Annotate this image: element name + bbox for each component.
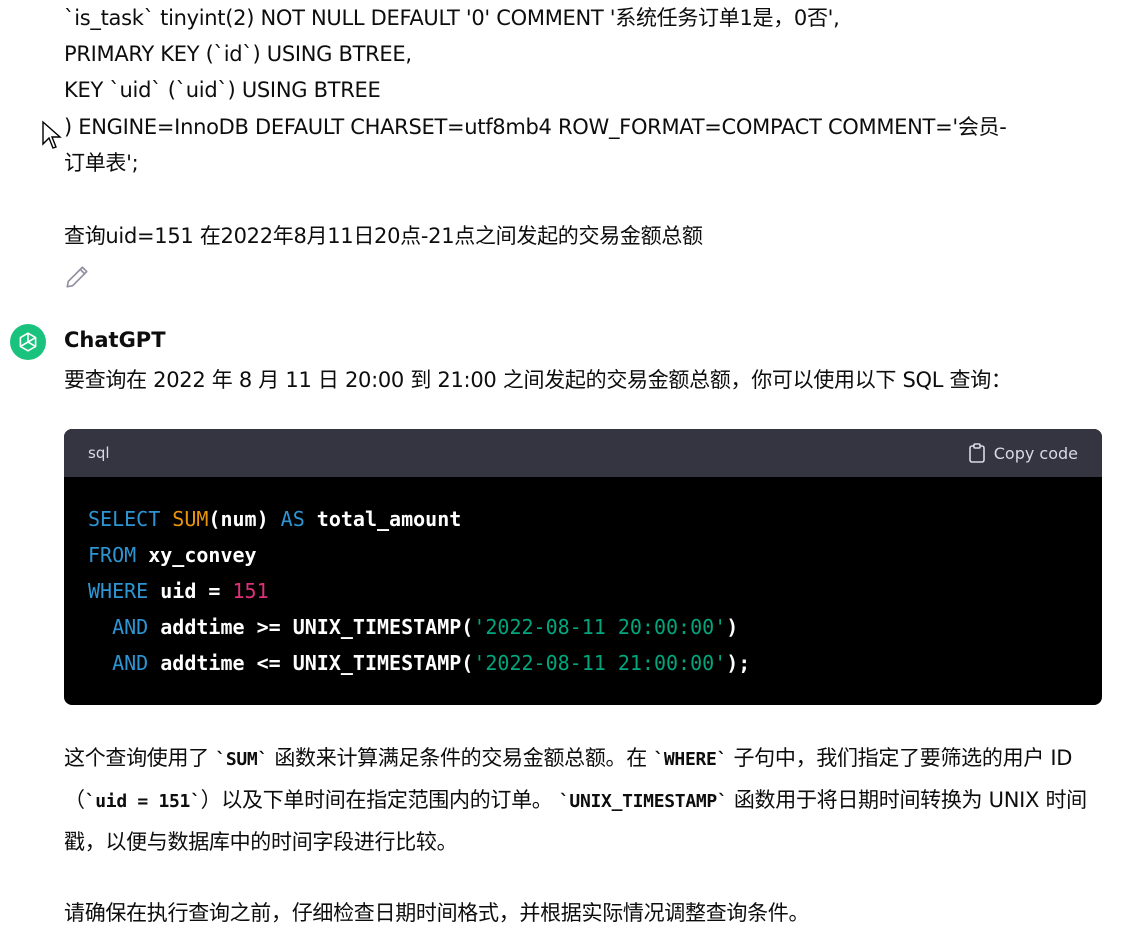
openai-logo-icon: [10, 324, 46, 360]
clipboard-icon: [968, 443, 985, 463]
code-token: uid =: [148, 579, 233, 603]
code-header: sql Copy code: [64, 429, 1102, 477]
code-line: SELECT SUM(num) AS total_amount: [88, 501, 1078, 537]
ddl-line: PRIMARY KEY (`id`) USING BTREE,: [64, 42, 412, 66]
assistant-intro: 要查询在 2022 年 8 月 11 日 20:00 到 21:00 之间发起的…: [64, 368, 1012, 392]
code-token: WHERE: [88, 579, 149, 603]
code-token: (num): [208, 507, 281, 531]
code-token: addtime <= UNIX_TIMESTAMP(: [148, 651, 474, 675]
assistant-note: 请确保在执行查询之前，仔细检查日期时间格式，并根据实际情况调整查询条件。: [64, 901, 810, 925]
explanation-text: 这个查询使用了: [64, 746, 216, 770]
code-token: AS: [280, 507, 305, 531]
code-token: addtime >= UNIX_TIMESTAMP(: [148, 615, 474, 639]
ddl-line: `is_task` tinyint(2) NOT NULL DEFAULT '0…: [64, 6, 840, 30]
code-token: '2022-08-11 21:00:00': [473, 651, 727, 675]
code-block: sql Copy code SELECT SUM(num) AS total_a…: [64, 429, 1102, 705]
code-line: AND addtime <= UNIX_TIMESTAMP('2022-08-1…: [88, 645, 1078, 681]
code-token: xy_convey: [136, 543, 257, 567]
code-token: SELECT: [88, 507, 173, 531]
inline-code: `uid = 151`: [84, 791, 201, 812]
user-question: 查询uid=151 在2022年8月11日20点-21点之间发起的交易金额总额: [64, 224, 703, 248]
copy-code-label: Copy code: [993, 443, 1078, 463]
assistant-explanation: 这个查询使用了 `SUM` 函数来计算满足条件的交易金额总额。在 `WHERE`…: [64, 738, 1114, 863]
code-token: );: [726, 651, 751, 675]
code-token: '2022-08-11 20:00:00': [473, 615, 727, 639]
assistant-author: ChatGPT: [64, 328, 166, 352]
code-token: AND: [88, 615, 149, 639]
mouse-cursor-icon: [41, 120, 65, 152]
code-token: AND: [88, 651, 149, 675]
code-line: AND addtime >= UNIX_TIMESTAMP('2022-08-1…: [88, 609, 1078, 645]
inline-code: `UNIX_TIMESTAMP`: [558, 791, 728, 812]
ddl-line: KEY `uid` (`uid`) USING BTREE: [64, 78, 381, 102]
code-token: ): [726, 615, 739, 639]
ddl-line: 订单表';: [64, 151, 139, 175]
inline-code: `SUM`: [215, 749, 268, 770]
ddl-line: ) ENGINE=InnoDB DEFAULT CHARSET=utf8mb4 …: [64, 115, 1007, 139]
code-line: WHERE uid = 151: [88, 573, 1078, 609]
inline-code: `WHERE`: [653, 749, 728, 770]
code-language-label: sql: [88, 444, 110, 462]
code-body[interactable]: SELECT SUM(num) AS total_amount FROM xy_c…: [64, 477, 1102, 681]
code-token: SUM: [172, 507, 209, 531]
code-line: FROM xy_convey: [88, 537, 1078, 573]
explanation-text: ）以及下单时间在指定范围内的订单。: [200, 788, 559, 812]
explanation-text: 函数来计算满足条件的交易金额总额。在: [267, 746, 654, 770]
code-token: total_amount: [304, 507, 462, 531]
copy-code-button[interactable]: Copy code: [968, 443, 1078, 463]
pencil-icon[interactable]: [64, 264, 90, 290]
code-token: FROM: [88, 543, 137, 567]
code-token: 151: [232, 579, 269, 603]
